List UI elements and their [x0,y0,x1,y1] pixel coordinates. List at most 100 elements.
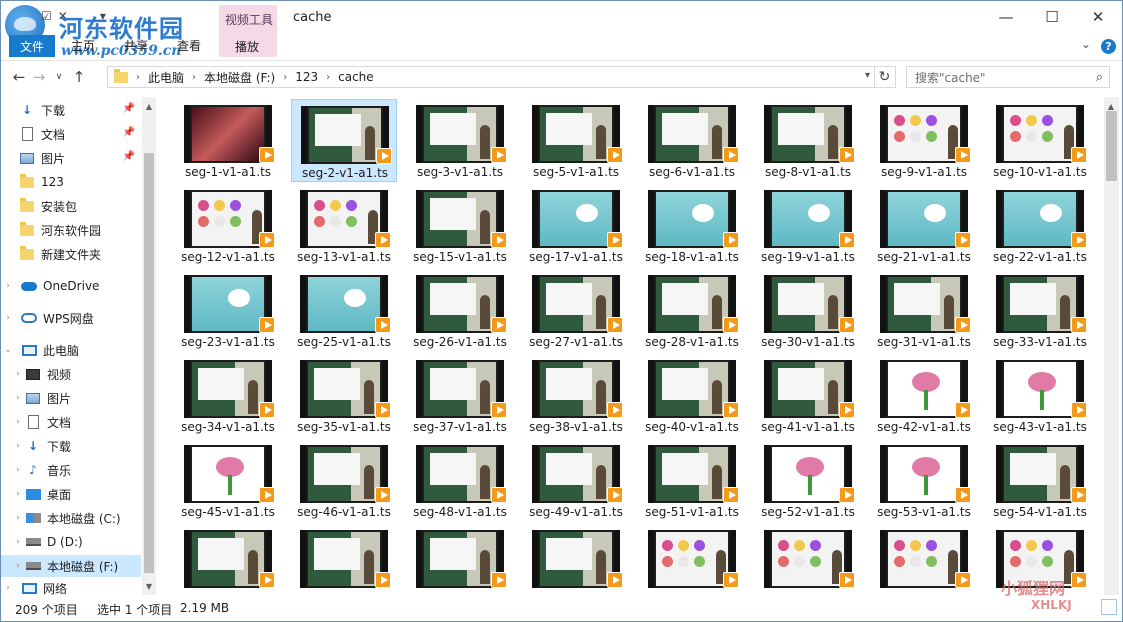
file-tile[interactable] [175,524,281,595]
tab-file[interactable]: 文件 [9,35,55,57]
address-bar[interactable]: › 此电脑 › 本地磁盘 (F:) › 123 › cache ▾ [107,66,875,88]
file-tile[interactable]: seg-54-v1-a1.ts [987,439,1093,522]
file-tile[interactable]: seg-28-v1-a1.ts [639,269,745,352]
breadcrumb-cache[interactable]: cache [338,70,374,84]
scroll-down-icon[interactable]: ▼ [142,579,156,593]
minimize-button[interactable]: — [983,1,1029,33]
file-tile[interactable] [523,524,629,595]
sidebar-scrollbar[interactable]: ▲ ▼ [142,97,156,595]
file-tile[interactable]: seg-53-v1-a1.ts [871,439,977,522]
sidebar-item-this-pc[interactable]: ⌄ 此电脑 [1,339,141,361]
sidebar-item-downloads-pc[interactable]: › ↓ 下载 [1,435,141,457]
file-tile[interactable]: seg-35-v1-a1.ts [291,354,397,437]
file-tile[interactable]: seg-12-v1-a1.ts [175,184,281,267]
file-tile[interactable]: seg-48-v1-a1.ts [407,439,513,522]
expand-chevron-icon[interactable]: › [11,441,25,451]
expand-chevron-icon[interactable]: › [11,513,25,523]
scroll-up-icon[interactable]: ▲ [142,99,156,113]
forward-arrow-icon[interactable]: → [29,65,49,89]
file-tile[interactable]: seg-34-v1-a1.ts [175,354,281,437]
file-tile[interactable]: seg-38-v1-a1.ts [523,354,629,437]
pin-icon[interactable]: 📌 [123,103,135,114]
sidebar-item-new-folder[interactable]: 新建文件夹 [1,243,141,265]
file-tile[interactable]: seg-1-v1-a1.ts [175,99,281,182]
file-tile[interactable]: seg-33-v1-a1.ts [987,269,1093,352]
file-tile[interactable]: seg-5-v1-a1.ts [523,99,629,182]
collapse-chevron-icon[interactable]: ⌄ [1,345,15,355]
file-tile[interactable]: seg-15-v1-a1.ts [407,184,513,267]
breadcrumb-drive-f[interactable]: 本地磁盘 (F:) [204,69,275,86]
expand-chevron-icon[interactable]: › [11,489,25,499]
tab-view[interactable]: 查看 [177,37,201,54]
search-icon[interactable]: ⌕ [1096,70,1103,85]
file-tile[interactable]: seg-42-v1-a1.ts [871,354,977,437]
large-icons-view-icon[interactable] [1101,599,1117,615]
tab-share[interactable]: 共享 [124,37,148,54]
file-tile[interactable]: seg-9-v1-a1.ts [871,99,977,182]
file-tile[interactable]: seg-45-v1-a1.ts [175,439,281,522]
expand-chevron-icon[interactable]: › [11,465,25,475]
sidebar-item-network[interactable]: › 网络 [1,581,141,596]
chevron-right-icon[interactable]: › [136,72,140,83]
file-tile[interactable]: seg-23-v1-a1.ts [175,269,281,352]
file-tile[interactable]: seg-8-v1-a1.ts [755,99,861,182]
file-tile[interactable]: seg-18-v1-a1.ts [639,184,745,267]
maximize-button[interactable]: ☐ [1029,1,1075,33]
sidebar-item-123[interactable]: 123 [1,171,141,193]
file-tile[interactable]: seg-46-v1-a1.ts [291,439,397,522]
content-scroll-thumb[interactable] [1106,111,1117,181]
expand-chevron-icon[interactable]: › [1,583,15,593]
sidebar-item-onedrive[interactable]: › OneDrive [1,275,141,297]
sidebar-item-installers[interactable]: 安装包 [1,195,141,217]
pin-icon[interactable]: 📌 [123,151,135,162]
back-arrow-icon[interactable]: ← [9,65,29,89]
file-tile[interactable] [291,524,397,595]
file-tile[interactable]: seg-52-v1-a1.ts [755,439,861,522]
expand-chevron-icon[interactable]: › [11,369,25,379]
expand-chevron-icon[interactable]: › [1,313,15,323]
file-tile[interactable]: seg-49-v1-a1.ts [523,439,629,522]
sidebar-item-pictures-pc[interactable]: › 图片 [1,387,141,409]
tab-play[interactable]: 播放 [235,38,259,55]
checkbox-icon[interactable]: ☑ [41,9,52,23]
sidebar-item-documents[interactable]: 文档 📌 [1,123,141,145]
sidebar-item-drive-f[interactable]: › 本地磁盘 (F:) [1,555,141,577]
breadcrumb-this-pc[interactable]: 此电脑 [148,69,184,86]
up-arrow-icon[interactable]: ↑ [69,65,89,89]
pin-icon[interactable]: 📌 [123,127,135,138]
file-tile[interactable]: seg-22-v1-a1.ts [987,184,1093,267]
expand-chevron-icon[interactable]: › [11,537,25,547]
file-tile[interactable]: seg-2-v1-a1.ts [291,99,397,182]
ribbon-collapse-icon[interactable]: ⌄ [1081,37,1091,51]
file-tile[interactable]: seg-3-v1-a1.ts [407,99,513,182]
sidebar-item-drive-c[interactable]: › 本地磁盘 (C:) [1,507,141,529]
search-input[interactable]: 搜索"cache" ⌕ [906,66,1110,88]
tab-home[interactable]: 主页 [71,37,95,54]
chevron-right-icon[interactable]: › [326,72,330,83]
sidebar-item-videos[interactable]: › 视频 [1,363,141,385]
file-tile[interactable]: seg-37-v1-a1.ts [407,354,513,437]
sidebar-item-pictures[interactable]: 图片 📌 [1,147,141,169]
sidebar-item-desktop[interactable]: › 桌面 [1,483,141,505]
sidebar-item-documents-pc[interactable]: › 文档 [1,411,141,433]
file-tile[interactable]: seg-19-v1-a1.ts [755,184,861,267]
file-tile[interactable]: seg-10-v1-a1.ts [987,99,1093,182]
file-tile[interactable]: seg-17-v1-a1.ts [523,184,629,267]
sidebar-item-music[interactable]: › ♪ 音乐 [1,459,141,481]
file-tile[interactable]: seg-41-v1-a1.ts [755,354,861,437]
sidebar-item-hedong[interactable]: 河东软件园 [1,219,141,241]
file-tile[interactable] [755,524,861,595]
sidebar-item-wps[interactable]: › WPS网盘 [1,307,141,329]
sidebar-item-downloads[interactable]: ↓ 下载 📌 [1,99,141,121]
sidebar-item-drive-d[interactable]: › D (D:) [1,531,141,553]
expand-chevron-icon[interactable]: › [1,281,15,291]
file-tile[interactable]: seg-43-v1-a1.ts [987,354,1093,437]
file-tile[interactable]: seg-6-v1-a1.ts [639,99,745,182]
file-tile[interactable]: seg-40-v1-a1.ts [639,354,745,437]
file-tile[interactable] [407,524,513,595]
file-tile[interactable]: seg-26-v1-a1.ts [407,269,513,352]
expand-chevron-icon[interactable]: › [11,393,25,403]
help-icon[interactable]: ? [1101,39,1116,54]
file-tile[interactable]: seg-51-v1-a1.ts [639,439,745,522]
chevron-right-icon[interactable]: › [283,72,287,83]
